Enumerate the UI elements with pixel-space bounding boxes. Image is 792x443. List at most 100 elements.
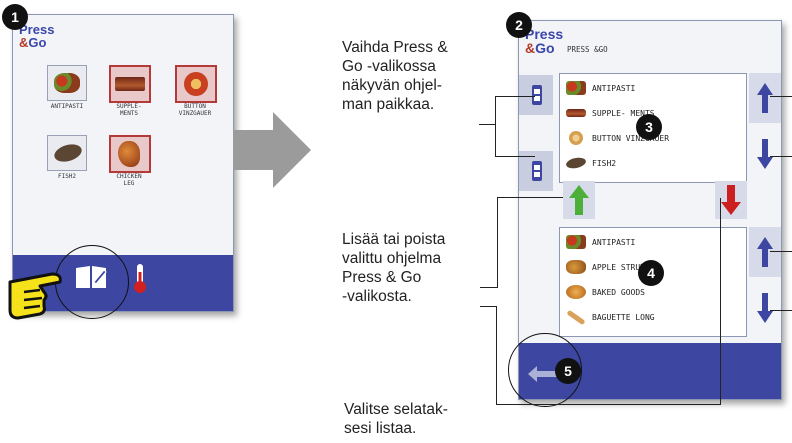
scroll-down-button-lower[interactable]: [749, 283, 781, 333]
program-tile-button-vinzgauer[interactable]: BUTTON VINZGAUER: [173, 65, 221, 129]
caption-line: Valitse selatak-: [344, 401, 448, 418]
remove-arrow-down-icon: [721, 185, 741, 215]
baked-goods-icon: [566, 285, 586, 299]
baguette-icon: [566, 309, 586, 325]
tile-label-line2: VINZGAUER: [178, 110, 212, 118]
list-item[interactable]: BAKED GOODS: [566, 282, 645, 302]
scroll-down-icon: [757, 293, 773, 323]
connector-line: [770, 251, 792, 252]
caption-reorder: Vaihda Press & Go -valikossa näkyvän ohj…: [342, 38, 492, 114]
tile-label-line2: LEG: [123, 180, 135, 188]
logo-amp: &: [19, 35, 29, 50]
connector-line: [496, 404, 720, 405]
scroll-up-icon: [757, 83, 773, 113]
tile-frame-selected: [109, 65, 151, 103]
antipasti-icon: [566, 235, 586, 249]
move-item-up-icon: [532, 85, 542, 105]
caption-scroll: Valitse selatak- sesi listaa.: [344, 400, 494, 438]
pointing-hand-icon: [8, 272, 62, 320]
caption-line: Go -valikossa: [342, 58, 436, 75]
scroll-up-button-lower[interactable]: [749, 227, 781, 277]
connector-line: [720, 198, 721, 405]
step-badge-4: 4: [638, 260, 664, 286]
antipasti-icon: [54, 73, 80, 93]
apple-strudel-icon: [566, 260, 586, 274]
fish-icon: [565, 155, 587, 171]
connector-line: [770, 96, 792, 97]
step-badge-3: 3: [636, 114, 662, 140]
supplements-icon: [115, 77, 145, 91]
logo-go: Go: [28, 35, 47, 50]
tile-frame-selected: [175, 65, 217, 103]
scroll-up-icon: [757, 237, 773, 267]
caption-line: Lisää tai poista: [342, 231, 446, 248]
list-item-label: BAGUETTE LONG: [592, 312, 655, 322]
button-vinzgauer-icon: [184, 72, 208, 96]
step-badge-2: 2: [506, 12, 532, 38]
tile-label: FISH2: [57, 173, 77, 180]
move-down-button[interactable]: [519, 151, 553, 191]
connector-line: [497, 197, 563, 198]
supplements-icon: [566, 109, 586, 117]
connector-line: [480, 306, 496, 307]
tile-frame-selected: [109, 135, 151, 173]
list-item-label: ANTIPASTI: [592, 237, 636, 247]
scroll-up-button-upper[interactable]: [749, 73, 781, 123]
press-go-logo: Press &Go: [19, 23, 54, 49]
list-item-label: ANTIPASTI: [592, 83, 636, 93]
caption-line: Vaihda Press &: [342, 39, 448, 56]
caption-line: Press & Go: [342, 269, 422, 286]
connector-line: [480, 287, 498, 288]
connector-line: [770, 156, 792, 157]
list-item[interactable]: ANTIPASTI: [566, 232, 635, 252]
chicken-leg-icon: [118, 141, 140, 167]
program-tile-antipasti[interactable]: ANTIPASTI: [45, 65, 89, 129]
header-title: PRESS &GO: [567, 45, 608, 54]
add-to-press-go-button[interactable]: [563, 181, 595, 219]
fish-icon: [52, 140, 84, 166]
program-tile-supplements[interactable]: SUPPLE- MENTS: [107, 65, 155, 129]
list-item[interactable]: BAGUETTE LONG: [566, 307, 655, 327]
caption-line: sesi listaa.: [344, 420, 417, 437]
connector-line: [496, 306, 497, 404]
tile-frame: [47, 135, 87, 171]
tile-label-line1: SUPPLE-: [116, 103, 142, 110]
connector-line: [495, 96, 496, 156]
logo-go: Go: [535, 40, 555, 56]
connector-line: [479, 124, 495, 125]
connector-line: [497, 197, 498, 288]
connector-line: [770, 310, 792, 311]
move-item-down-icon: [532, 161, 542, 181]
scroll-down-button-upper[interactable]: [749, 129, 781, 179]
tile-label-line1: BUTTON: [184, 103, 206, 110]
tile-label-line1: CHICKEN: [116, 173, 142, 180]
tile-label: ANTIPASTI: [50, 103, 84, 110]
connector-line: [495, 156, 535, 157]
book-edit-icon[interactable]: [74, 262, 108, 290]
caption-line: valittu ohjelma: [342, 250, 442, 267]
program-tile-fish2[interactable]: FISH2: [45, 135, 89, 199]
caption-line: man paikkaa.: [342, 96, 435, 113]
program-tile-chicken-leg[interactable]: CHICKEN LEG: [107, 135, 155, 199]
tile-label-line2: MENTS: [119, 110, 139, 118]
list-item[interactable]: ANTIPASTI: [566, 78, 635, 98]
caption-line: -valikosta.: [342, 288, 412, 305]
list-item-label: FISH2: [592, 158, 617, 168]
tile-frame: [47, 65, 87, 101]
step-badge-5: 5: [555, 358, 581, 384]
step-badge-1: 1: [2, 4, 28, 30]
caption-add-remove: Lisää tai poista valittu ohjelma Press &…: [342, 230, 492, 306]
antipasti-icon: [566, 81, 586, 95]
caption-line: näkyvän ohjel-: [342, 77, 442, 94]
thermometer-icon[interactable]: [133, 262, 147, 294]
list-item[interactable]: FISH2: [565, 153, 617, 173]
scroll-down-icon: [757, 139, 773, 169]
connector-line: [495, 96, 535, 97]
move-up-button[interactable]: [519, 75, 553, 115]
list-item-label: BAKED GOODS: [592, 287, 645, 297]
add-arrow-up-icon: [569, 185, 589, 215]
logo-amp: &: [525, 40, 536, 56]
flow-arrow-icon: [233, 112, 311, 188]
button-vinzgauer-icon: [569, 131, 583, 145]
press-go-logo: Press &Go: [525, 27, 563, 55]
